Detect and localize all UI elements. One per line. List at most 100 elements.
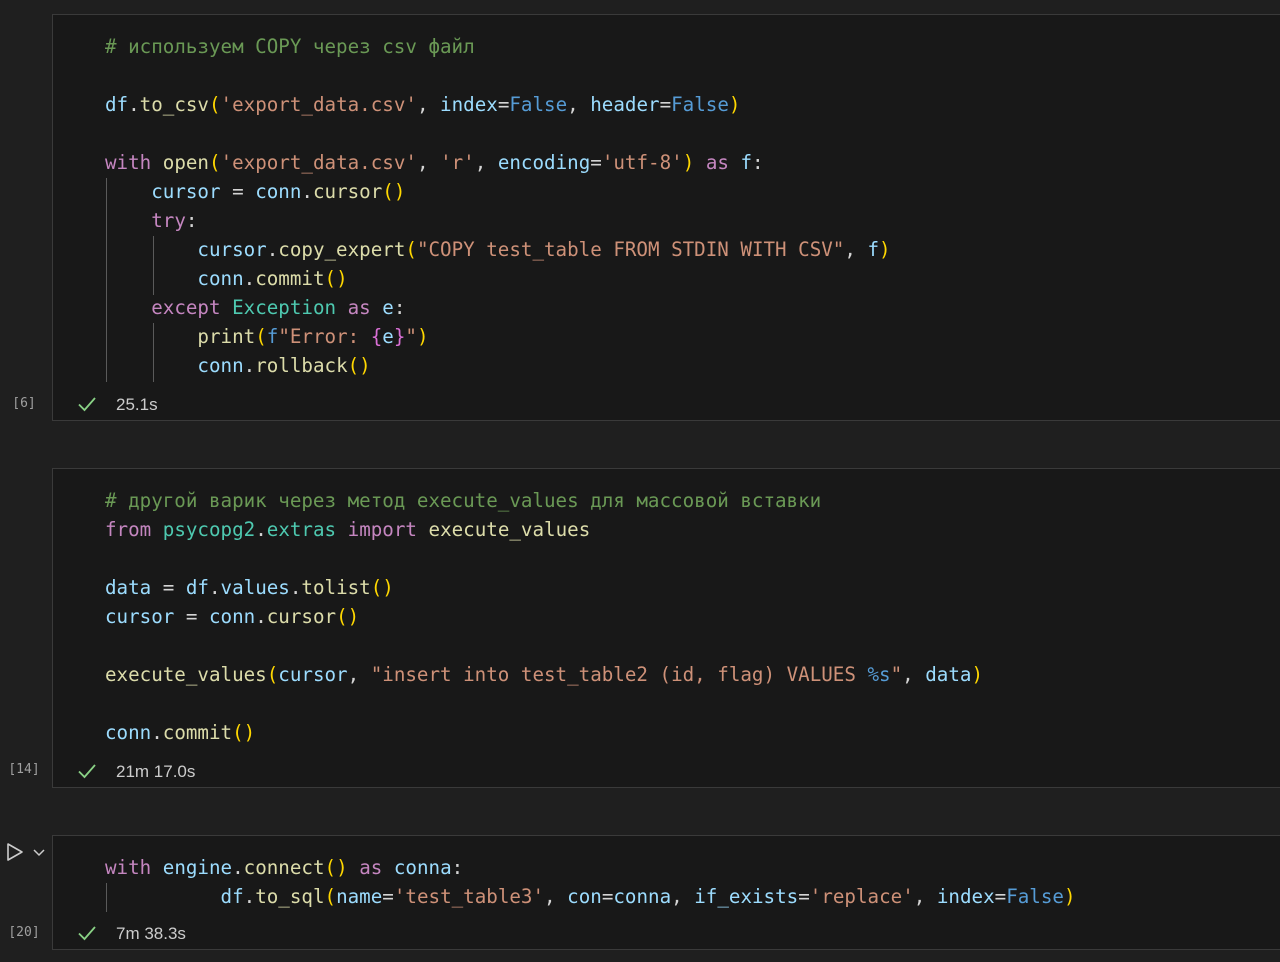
execution-count: [6] — [12, 396, 36, 411]
code-token: cursor — [151, 180, 221, 203]
code-token: False — [509, 93, 568, 116]
code-token: 'test_table3' — [393, 885, 545, 908]
code-token: "COPY test_table FROM STDIN WITH CSV" — [416, 238, 845, 261]
code-token: engine — [162, 856, 233, 879]
code-token: ) — [728, 93, 741, 116]
chevron-down-icon[interactable] — [30, 843, 48, 861]
code-token: from — [105, 518, 152, 541]
code-token: to_csv — [139, 93, 209, 116]
code-token: } — [393, 325, 406, 348]
code-line: # другой варик через метод execute_value… — [105, 486, 821, 515]
code-token: execute_values — [105, 663, 267, 686]
execution-count: [14] — [8, 762, 40, 777]
code-token: , — [567, 93, 591, 116]
code-token: () — [324, 856, 348, 879]
code-token: , — [474, 151, 498, 174]
code-token: commit — [255, 267, 325, 290]
code-token: f — [740, 151, 753, 174]
code-token: = — [220, 180, 256, 203]
code-line: cursor = conn.cursor() — [105, 177, 405, 206]
code-line: cursor = conn.cursor() — [105, 602, 359, 631]
code-token: conna — [393, 856, 452, 879]
code-token: { — [370, 325, 383, 348]
code-token: ) — [879, 238, 891, 261]
code-token: f — [266, 325, 279, 348]
code-token: False — [671, 93, 729, 116]
code-token: as — [705, 151, 729, 174]
code-token: cursor — [266, 605, 337, 628]
code-token: execute_values — [428, 518, 591, 541]
code-token: , — [347, 663, 371, 686]
code-line: conn.commit() — [105, 264, 347, 293]
code-line: conn.commit() — [105, 718, 255, 747]
code-token: header — [590, 93, 660, 116]
code-token: name — [336, 885, 383, 908]
check-icon — [78, 397, 96, 412]
code-token: with — [105, 856, 152, 879]
execution-duration: 21m 17.0s — [116, 762, 196, 781]
code-token: " — [405, 325, 417, 348]
code-token: : — [451, 856, 464, 879]
code-token: rollback — [255, 354, 348, 377]
code-token: : — [185, 209, 198, 232]
code-token: . — [301, 180, 313, 203]
code-token: %s — [867, 663, 891, 686]
code-line: with open('export_data.csv', 'r', encodi… — [105, 148, 764, 177]
code-token: ) — [1063, 885, 1076, 908]
code-token: = — [994, 885, 1007, 908]
code-token: 'export_data.csv' — [220, 93, 417, 116]
code-token: . — [208, 576, 221, 599]
code-token: 'utf-8' — [601, 151, 683, 174]
code-token: () — [336, 605, 360, 628]
play-icon[interactable] — [3, 841, 25, 863]
code-token: cursor — [312, 180, 383, 203]
code-token: extras — [266, 518, 337, 541]
code-token: conna — [613, 885, 672, 908]
code-token: ) — [971, 663, 984, 686]
code-token: cursor — [197, 238, 267, 261]
code-token: df — [220, 885, 244, 908]
code-token: () — [232, 721, 256, 744]
code-token: ( — [405, 238, 417, 261]
code-token: 'r' — [440, 151, 475, 174]
code-token: conn — [255, 180, 302, 203]
code-token: () — [382, 180, 406, 203]
code-token: connect — [243, 856, 325, 879]
code-token: . — [151, 721, 163, 744]
code-token: ( — [209, 151, 221, 174]
code-token: , — [902, 663, 926, 686]
code-token: = — [798, 885, 810, 908]
code-token: 'replace' — [809, 885, 914, 908]
code-token: , — [416, 93, 441, 116]
code-token: : — [752, 151, 764, 174]
code-token: index — [936, 885, 995, 908]
code-token: f — [867, 238, 880, 261]
code-token: () — [370, 576, 394, 599]
code-token: . — [232, 856, 244, 879]
code-line: # используем COPY через csv файл — [105, 32, 475, 61]
code-token: if_exists — [694, 885, 799, 908]
code-token: , — [416, 151, 441, 174]
code-token: psycopg2 — [162, 518, 256, 541]
code-line: print(f"Error: {e}") — [105, 322, 428, 351]
code-token: conn — [105, 721, 152, 744]
code-token: = — [497, 93, 510, 116]
code-token: con — [567, 885, 602, 908]
code-token: except — [151, 296, 221, 319]
code-line: df.to_sql(name='test_table3', con=conna,… — [105, 882, 1076, 911]
code-token: . — [255, 518, 267, 541]
code-line: execute_values(cursor, "insert into test… — [105, 660, 983, 689]
code-line: df.to_csv('export_data.csv', index=False… — [105, 90, 740, 119]
code-line: except Exception as e: — [105, 293, 405, 322]
code-token: ) — [682, 151, 695, 174]
